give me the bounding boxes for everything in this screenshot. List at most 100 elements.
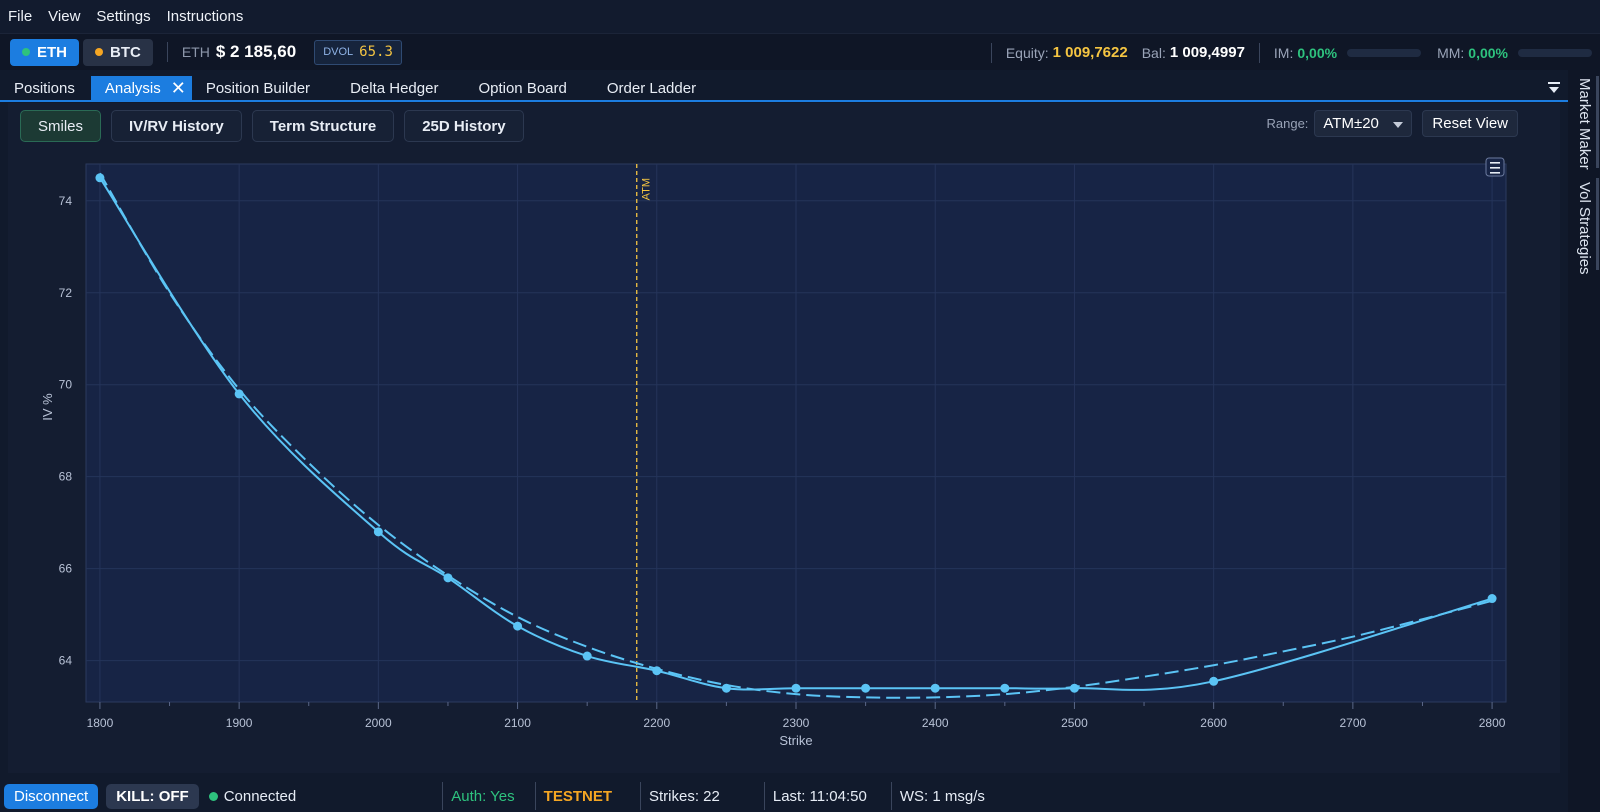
bal-label: Bal:: [1141, 44, 1166, 61]
range-value: ATM±20: [1323, 115, 1379, 132]
chart-menu-icon[interactable]: [1485, 157, 1505, 177]
dvol-value: 65.3: [359, 44, 393, 60]
chevron-down-icon: [1393, 122, 1404, 128]
close-tab-icon[interactable]: ✕: [171, 79, 186, 97]
eth-asset-button[interactable]: ETH: [10, 38, 79, 66]
iv-point[interactable]: [861, 683, 871, 693]
iv-point[interactable]: [373, 527, 383, 537]
equity-label: Equity:: [1005, 44, 1049, 61]
smile-chart[interactable]: ATM 1800 1900 2000 2100 2200 2300 2400 2500 2600…: [8, 150, 1532, 766]
x-tick-label: 1900: [226, 716, 253, 730]
iv-point[interactable]: [1069, 683, 1079, 693]
btc-status-dot-icon: [95, 48, 103, 56]
rail-indicator: [1596, 178, 1599, 270]
tabs-overflow-icon[interactable]: [1548, 81, 1560, 95]
tab-option-board[interactable]: Option Board: [464, 76, 580, 100]
ws-rate: WS: 1 msg/s: [899, 787, 985, 805]
iv-point[interactable]: [1487, 594, 1497, 604]
btc-asset-button[interactable]: BTC: [83, 38, 153, 66]
connected-dot-icon: [208, 791, 218, 801]
tab-label: Option Board: [478, 79, 567, 97]
strikes-count: Strikes: 22: [649, 787, 720, 805]
x-tick-label: 2800: [1479, 716, 1506, 730]
iv-point[interactable]: [652, 666, 662, 676]
tab-label: Analysis: [104, 79, 161, 97]
status-bar: Disconnect KILL: OFF Connected Auth: Yes…: [0, 780, 1568, 812]
im-label: IM:: [1273, 44, 1294, 61]
range-label: Range:: [1266, 116, 1309, 131]
x-tick-label: 1800: [87, 716, 114, 730]
im-value: 0,00%: [1297, 44, 1338, 61]
divider: [442, 782, 444, 810]
divider: [1258, 42, 1260, 63]
account-stats: Equity: 1 009,7622 Bal: 1 009,4997 IM: 0…: [977, 34, 1600, 71]
iv-point[interactable]: [95, 173, 105, 183]
menu-settings[interactable]: Settings: [96, 8, 150, 25]
equity-value: 1 009,7622: [1052, 44, 1128, 61]
atm-label: ATM: [641, 178, 653, 200]
disconnect-button[interactable]: Disconnect: [4, 783, 99, 809]
subtab-25d-history[interactable]: 25D History: [404, 110, 524, 142]
x-tick-label: 2000: [365, 716, 392, 730]
subtab-iv-rv-history[interactable]: IV/RV History: [111, 110, 242, 142]
mm-value: 0,00%: [1468, 44, 1508, 61]
kill-switch-button[interactable]: KILL: OFF: [106, 783, 199, 809]
tab-label: Position Builder: [205, 79, 311, 97]
tab-positions[interactable]: Positions: [0, 76, 89, 100]
bal-value: 1 009,4997: [1169, 44, 1245, 61]
index-price: $ 2 185,60: [215, 42, 297, 61]
x-tick-label: 2700: [1340, 716, 1367, 730]
rail-tab-vol-strategies[interactable]: Vol Strategies: [1576, 182, 1593, 275]
connection-status: Connected: [223, 787, 297, 805]
iv-point[interactable]: [582, 651, 592, 661]
tab-label: Order Ladder: [606, 79, 697, 97]
divider: [890, 782, 892, 810]
right-rail: Market Maker Vol Strategies: [1568, 70, 1600, 812]
reset-view-button[interactable]: Reset View: [1422, 110, 1518, 137]
chart-menu-bar: [1490, 167, 1500, 169]
network-badge: TESTNET: [543, 787, 612, 805]
x-tick-label: 2100: [504, 716, 531, 730]
y-tick-label: 74: [59, 194, 73, 208]
iv-point[interactable]: [930, 683, 940, 693]
tab-order-ladder[interactable]: Order Ladder: [593, 76, 710, 100]
chart-menu-bar: [1490, 172, 1500, 174]
range-select[interactable]: ATM±20: [1314, 110, 1413, 137]
chart-menu-bar: [1490, 162, 1500, 164]
subtab-term-structure[interactable]: Term Structure: [251, 110, 395, 142]
menu-view[interactable]: View: [48, 8, 80, 25]
menu-bar: File View Settings Instructions: [0, 0, 1600, 33]
divider: [990, 42, 992, 63]
tab-delta-hedger[interactable]: Delta Hedger: [336, 76, 452, 100]
x-tick-label: 2500: [1061, 716, 1088, 730]
dvol-badge: DVOL 65.3: [314, 39, 402, 65]
iv-point[interactable]: [513, 621, 523, 631]
rail-tab-market-maker[interactable]: Market Maker: [1576, 78, 1593, 170]
x-tick-label: 2600: [1200, 716, 1227, 730]
mm-progress-bar: [1518, 48, 1592, 57]
asset-label: ETH: [181, 44, 210, 60]
menu-instructions[interactable]: Instructions: [167, 8, 244, 25]
divider: [534, 782, 536, 810]
x-tick-label: 2400: [922, 716, 949, 730]
y-axis-label: IV %: [40, 393, 55, 421]
tab-analysis[interactable]: Analysis ✕: [90, 76, 192, 100]
divider: [640, 782, 641, 810]
eth-asset-label: ETH: [37, 43, 67, 61]
menu-file[interactable]: File: [8, 8, 32, 25]
eth-status-dot-icon: [22, 48, 30, 56]
iv-point[interactable]: [234, 389, 244, 399]
iv-point[interactable]: [1209, 676, 1219, 686]
tab-label: Positions: [14, 79, 75, 97]
y-tick-label: 68: [59, 470, 73, 484]
tab-position-builder[interactable]: Position Builder: [192, 76, 324, 100]
iv-point[interactable]: [1000, 683, 1010, 693]
x-tick-label: 2300: [783, 716, 810, 730]
subtab-smiles[interactable]: Smiles: [20, 110, 102, 142]
iv-point[interactable]: [443, 573, 453, 583]
iv-point[interactable]: [791, 683, 801, 693]
y-tick-label: 72: [59, 286, 73, 300]
iv-point[interactable]: [721, 683, 731, 693]
y-tick-label: 64: [59, 654, 73, 668]
analysis-subtabs: Smiles IV/RV History Term Structure 25D …: [20, 110, 524, 142]
